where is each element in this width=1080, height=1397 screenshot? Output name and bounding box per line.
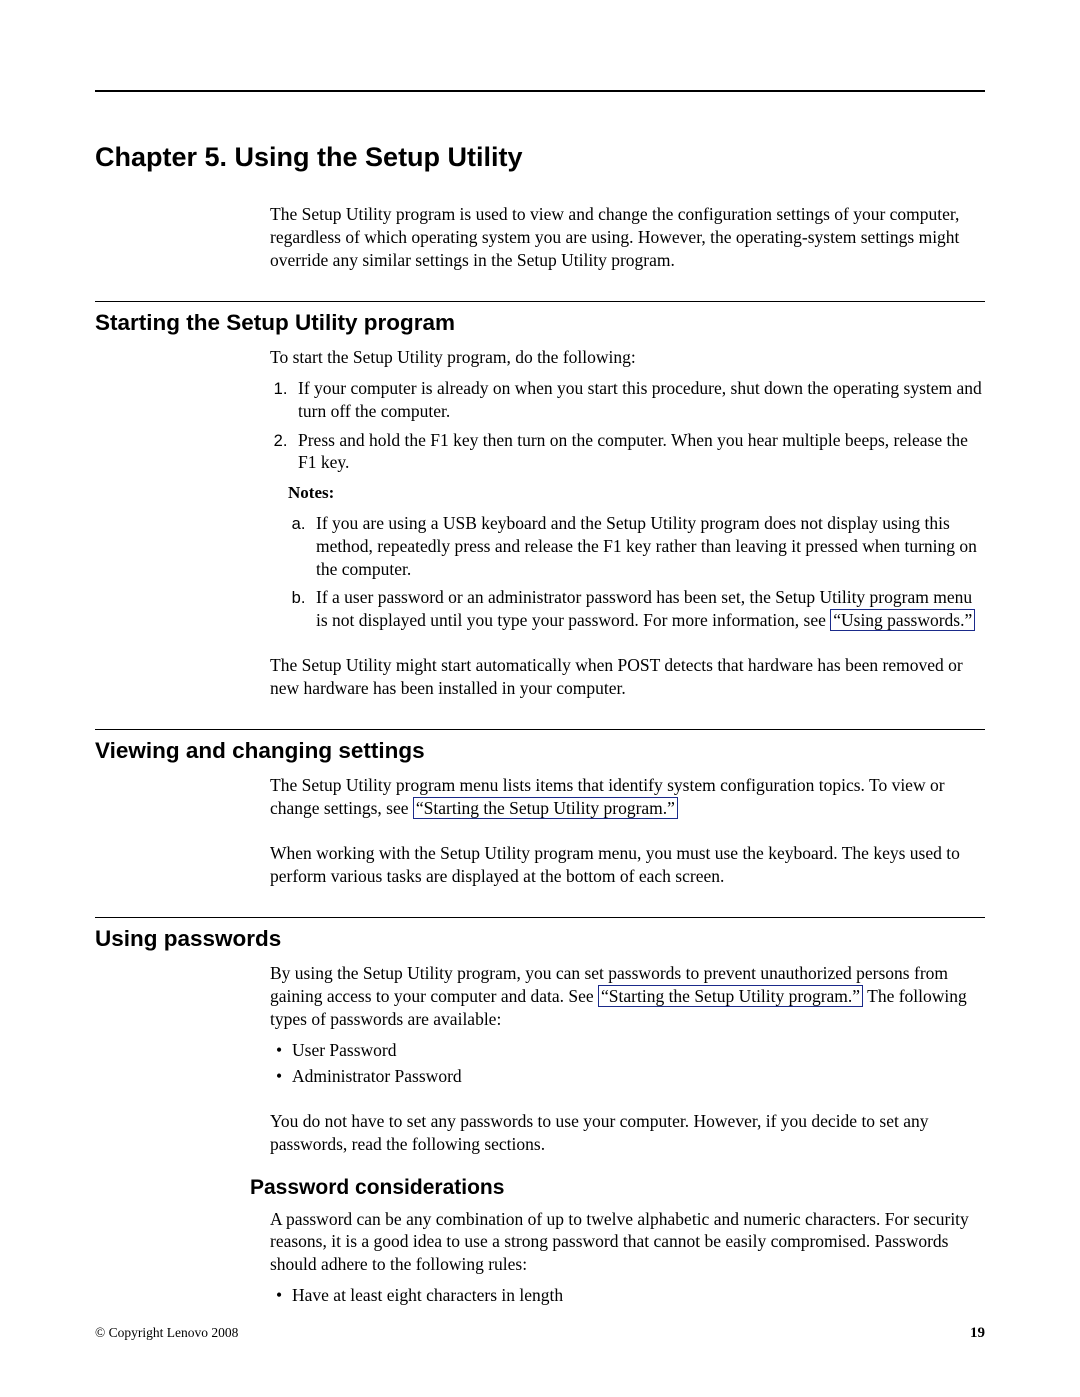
list-item: If your computer is already on when you … xyxy=(292,377,985,423)
viewing-p2: When working with the Setup Utility prog… xyxy=(270,842,985,888)
section-starting-body: To start the Setup Utility program, do t… xyxy=(270,346,985,699)
list-item: If a user password or an administrator p… xyxy=(310,586,985,632)
viewing-p1: The Setup Utility program menu lists ite… xyxy=(270,774,985,820)
passwords-p2: You do not have to set any passwords to … xyxy=(270,1110,985,1156)
xref-starting-setup-utility[interactable]: “Starting the Setup Utility program.” xyxy=(413,797,678,819)
xref-starting-setup-utility-2[interactable]: “Starting the Setup Utility program.” xyxy=(598,985,863,1007)
list-item: Have at least eight characters in length xyxy=(274,1284,985,1307)
list-item: Press and hold the F1 key then turn on t… xyxy=(292,429,985,475)
section-divider xyxy=(95,917,985,918)
password-types-list: User Password Administrator Password xyxy=(270,1039,985,1089)
subsection-password-considerations-body: A password can be any combination of up … xyxy=(270,1208,985,1307)
notes-label: Notes: xyxy=(288,482,985,504)
section-passwords-body: By using the Setup Utility program, you … xyxy=(270,962,985,1155)
notes-list: If you are using a USB keyboard and the … xyxy=(288,512,985,632)
section-divider xyxy=(95,301,985,302)
passwords-p1: By using the Setup Utility program, you … xyxy=(270,962,985,1030)
xref-using-passwords[interactable]: “Using passwords.” xyxy=(830,609,975,631)
starting-after-paragraph: The Setup Utility might start automatica… xyxy=(270,654,985,700)
top-horizontal-rule xyxy=(95,90,985,92)
intro-paragraph: The Setup Utility program is used to vie… xyxy=(270,203,985,271)
list-item: User Password xyxy=(274,1039,985,1062)
section-heading-viewing: Viewing and changing settings xyxy=(95,738,985,764)
subsection-heading-password-considerations: Password considerations xyxy=(250,1176,985,1200)
page-footer: © Copyright Lenovo 2008 19 xyxy=(95,1325,985,1342)
section-heading-passwords: Using passwords xyxy=(95,926,985,952)
chapter-intro: The Setup Utility program is used to vie… xyxy=(270,203,985,271)
footer-page-number: 19 xyxy=(970,1325,985,1342)
considerations-p1: A password can be any combination of up … xyxy=(270,1208,985,1276)
section-divider xyxy=(95,729,985,730)
document-page: Chapter 5. Using the Setup Utility The S… xyxy=(0,0,1080,1397)
starting-steps: If your computer is already on when you … xyxy=(270,377,985,474)
starting-lead: To start the Setup Utility program, do t… xyxy=(270,346,985,369)
section-viewing-body: The Setup Utility program menu lists ite… xyxy=(270,774,985,887)
considerations-bullets: Have at least eight characters in length xyxy=(270,1284,985,1307)
list-item: Administrator Password xyxy=(274,1065,985,1088)
section-heading-starting: Starting the Setup Utility program xyxy=(95,310,985,336)
footer-copyright: © Copyright Lenovo 2008 xyxy=(95,1325,238,1342)
chapter-title: Chapter 5. Using the Setup Utility xyxy=(95,142,985,173)
list-item: If you are using a USB keyboard and the … xyxy=(310,512,985,580)
